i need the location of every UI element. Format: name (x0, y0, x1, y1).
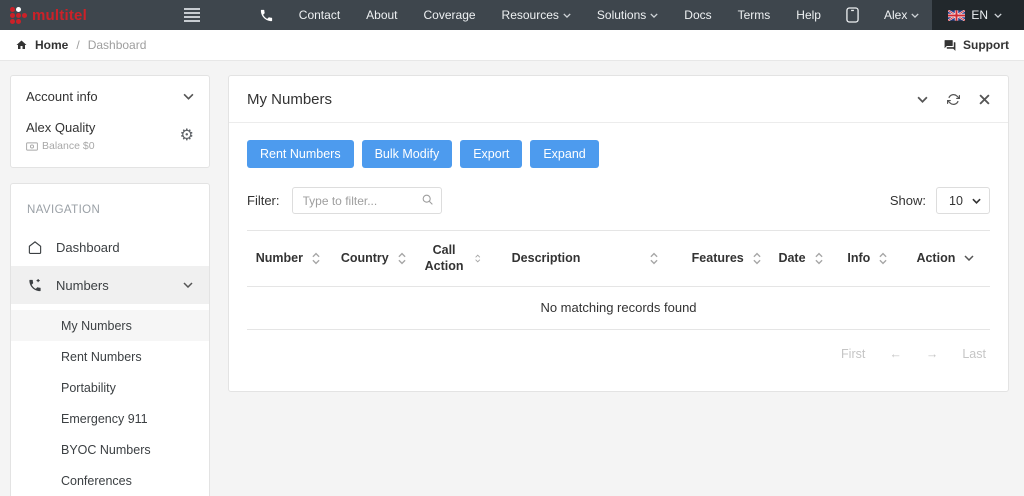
sidebar-section-title: NAVIGATION (27, 204, 101, 216)
sidebar-item-rent-numbers[interactable]: Rent Numbers (11, 341, 209, 372)
chevron-down-icon (183, 282, 193, 288)
breadcrumb-current: Dashboard (87, 38, 147, 52)
sidebar-item-byoc-numbers[interactable]: BYOC Numbers (11, 434, 209, 465)
menu-icon[interactable] (180, 4, 204, 26)
house-icon (28, 240, 42, 254)
table-row: No matching records found (247, 286, 990, 330)
phone-plus-icon (29, 278, 41, 291)
sort-icon (398, 252, 406, 265)
my-numbers-panel: My Numbers Rent Numbers Bulk Modify Expo… (228, 75, 1009, 392)
account-balance: Balance $0 (26, 140, 95, 152)
banknote-icon (26, 141, 38, 151)
nav-link-resources[interactable]: Resources (489, 0, 584, 30)
account-info-card: Account info Alex Quality Balance $0 ⚙ (10, 75, 210, 168)
home-icon (16, 40, 27, 49)
pagination-next-arrow[interactable]: → (926, 347, 939, 361)
show-label: Show: (889, 193, 926, 208)
breadcrumb-separator: / (76, 38, 80, 52)
account-info-title: Account info (26, 89, 98, 104)
column-header-call-action[interactable]: Call Action (418, 231, 485, 287)
sort-icon (650, 252, 659, 265)
brand-name: multitel (32, 6, 87, 24)
pagination-prev-arrow[interactable]: ← (889, 347, 902, 361)
chevron-down-icon (972, 198, 981, 204)
breadcrumb: Home / Dashboard Support (0, 30, 1024, 61)
nav-link-about[interactable]: About (353, 0, 410, 30)
sidebar-item-portability[interactable]: Portability (11, 372, 209, 403)
sort-icon (879, 252, 887, 265)
chevron-down-icon (563, 12, 571, 18)
column-header-action[interactable]: Action (901, 231, 990, 287)
mobile-app-icon[interactable] (834, 0, 871, 30)
column-header-number[interactable]: Number (247, 231, 329, 287)
column-header-features[interactable]: Features (685, 231, 767, 287)
collapse-panel-icon[interactable] (917, 96, 928, 103)
breadcrumb-home[interactable]: Home (35, 38, 68, 52)
filter-label: Filter: (247, 193, 280, 208)
column-header-date[interactable]: Date (767, 231, 834, 287)
chevron-down-icon (964, 255, 974, 262)
sidebar-navigation: NAVIGATION Dashboard Numbers My Numbers … (10, 183, 210, 496)
sort-icon (312, 252, 320, 265)
export-button[interactable]: Export (460, 140, 523, 168)
sidebar-item-my-numbers[interactable]: My Numbers (11, 310, 209, 341)
column-header-info[interactable]: Info (834, 231, 901, 287)
expand-button[interactable]: Expand (530, 140, 599, 168)
bulk-modify-button[interactable]: Bulk Modify (361, 140, 453, 168)
support-button[interactable]: Support (943, 38, 1009, 52)
phone-icon[interactable] (247, 0, 286, 30)
chevron-down-icon (911, 12, 919, 18)
nav-link-help[interactable]: Help (783, 0, 834, 30)
refresh-icon[interactable] (947, 93, 960, 106)
numbers-table: Number Country Call Action Description F… (247, 230, 990, 330)
sidebar-item-numbers[interactable]: Numbers (11, 266, 209, 304)
chevron-down-icon (994, 12, 1002, 18)
top-navbar: multitel Contact About Coverage Resource… (0, 0, 1024, 30)
sidebar-item-dashboard[interactable]: Dashboard (11, 228, 209, 266)
brand-logo[interactable]: multitel (10, 6, 158, 24)
uk-flag-icon (948, 9, 966, 21)
empty-message: No matching records found (247, 286, 990, 330)
page-size-select[interactable]: 10 (936, 187, 990, 214)
nav-link-coverage[interactable]: Coverage (411, 0, 489, 30)
pagination: First ← → Last (247, 330, 990, 361)
gear-icon[interactable]: ⚙ (180, 128, 194, 144)
nav-link-contact[interactable]: Contact (286, 0, 353, 30)
language-selector[interactable]: EN (932, 0, 1024, 30)
chevron-down-icon (650, 12, 658, 18)
brand-dots-icon (10, 6, 27, 24)
close-panel-icon[interactable] (979, 93, 990, 105)
nav-link-terms[interactable]: Terms (725, 0, 784, 30)
nav-link-solutions[interactable]: Solutions (584, 0, 671, 30)
panel-title: My Numbers (247, 90, 333, 108)
nav-link-docs[interactable]: Docs (671, 0, 724, 30)
column-header-description[interactable]: Description (485, 231, 686, 287)
account-info-toggle[interactable]: Account info (11, 76, 209, 112)
sort-icon (753, 252, 761, 265)
user-menu[interactable]: Alex (871, 0, 932, 30)
account-name: Alex Quality (26, 120, 96, 135)
pagination-first[interactable]: First (841, 347, 865, 361)
filter-input[interactable] (291, 187, 442, 214)
search-icon (422, 194, 433, 205)
chat-icon (944, 39, 956, 51)
rent-numbers-button[interactable]: Rent Numbers (247, 140, 354, 168)
sidebar-item-emergency-911[interactable]: Emergency 911 (11, 403, 209, 434)
column-header-country[interactable]: Country (329, 231, 418, 287)
chevron-down-icon (183, 93, 194, 100)
pagination-last[interactable]: Last (962, 347, 986, 361)
sort-icon (814, 252, 823, 265)
sort-icon (475, 254, 481, 263)
sidebar-item-conferences[interactable]: Conferences (11, 465, 209, 496)
